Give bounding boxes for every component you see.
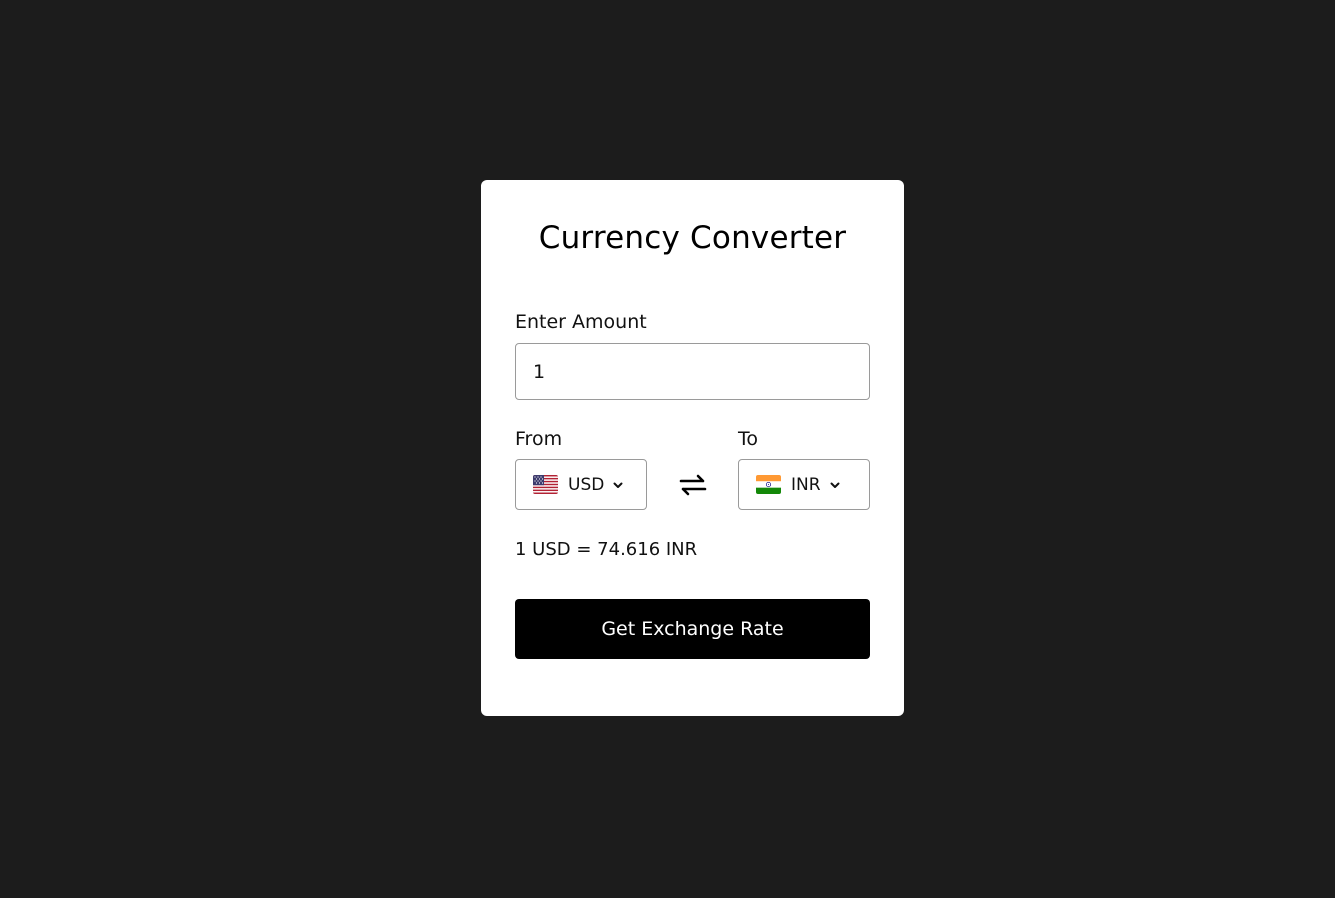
page-title: Currency Converter <box>538 220 847 256</box>
us-flag-icon <box>533 475 558 494</box>
from-currency-code: USD <box>568 474 605 495</box>
chevron-down-icon <box>613 482 623 488</box>
to-currency-code: INR <box>791 474 821 495</box>
get-exchange-rate-button[interactable]: Get Exchange Rate <box>515 599 870 659</box>
converter-card: Currency Converter Enter Amount From <box>481 180 904 716</box>
from-group: From USD <box>515 427 647 510</box>
chevron-down-icon <box>830 482 840 488</box>
from-label: From <box>515 428 563 450</box>
from-currency-select[interactable]: USD <box>515 459 647 510</box>
currency-row: From USD To INR <box>515 427 870 510</box>
to-group: To INR <box>738 427 870 510</box>
amount-label: Enter Amount <box>515 311 647 333</box>
swap-button[interactable] <box>673 459 713 510</box>
swap-arrows-icon <box>679 474 706 495</box>
to-label: To <box>738 428 759 450</box>
amount-input[interactable] <box>515 343 870 400</box>
india-flag-icon <box>756 475 781 494</box>
to-currency-select[interactable]: INR <box>738 459 870 510</box>
exchange-rate-result: 1 USD = 74.616 INR <box>515 539 698 560</box>
